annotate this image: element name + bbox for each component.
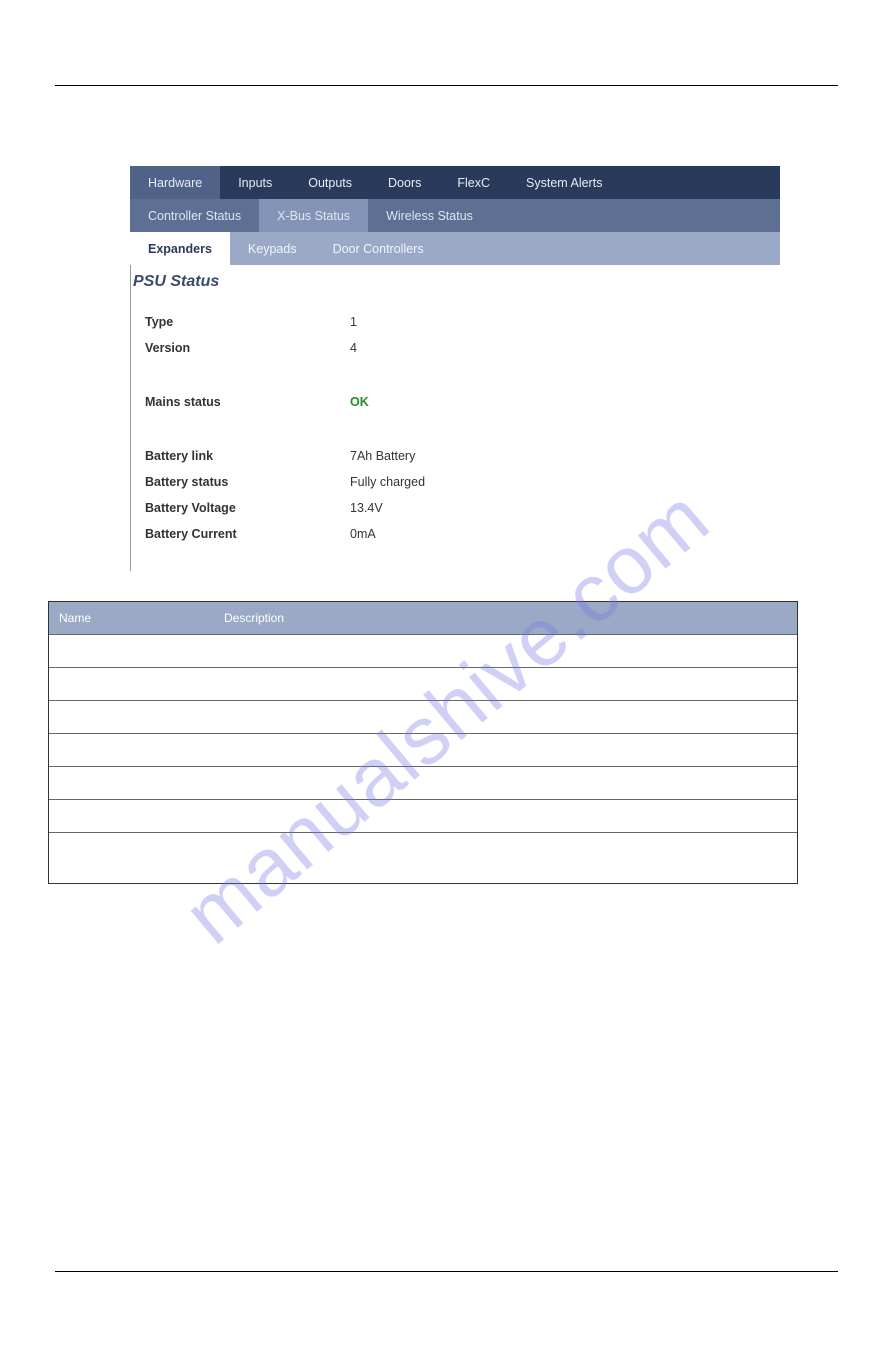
row-battery-status: Battery status Fully charged xyxy=(145,475,766,489)
tabs-secondary: Controller Status X-Bus Status Wireless … xyxy=(130,199,780,232)
value-battery-current: 0mA xyxy=(350,527,376,541)
tab-keypads[interactable]: Keypads xyxy=(230,232,315,265)
cell-desc: Current status of the mains for the PSU … xyxy=(214,708,797,726)
table-row: Battery link Type of battery connection.… xyxy=(49,733,797,766)
description-table: Name Description Type Type of PSU. Versi… xyxy=(48,601,798,884)
header-name: Name xyxy=(49,611,214,625)
table-row: Battery voltage Current battery voltage.… xyxy=(49,799,797,832)
label-battery-link: Battery link xyxy=(145,449,350,463)
tab-flexc[interactable]: FlexC xyxy=(439,166,508,199)
cell-desc: Type of battery connection. Displayed se… xyxy=(214,741,797,759)
header-desc: Description xyxy=(214,611,284,625)
page-footer: 192 SPC4xxx/5xxx/6xxx – Installation & C… xyxy=(55,1271,838,1290)
table-header: Name Description xyxy=(49,602,797,634)
footer-section: Engineer Programming via the Browser xyxy=(646,1278,838,1290)
value-type: 1 xyxy=(350,315,357,329)
value-battery-link: 7Ah Battery xyxy=(350,449,415,463)
tabs-primary: Hardware Inputs Outputs Doors FlexC Syst… xyxy=(130,166,780,199)
label-battery-current: Battery Current xyxy=(145,527,350,541)
tab-controller-status[interactable]: Controller Status xyxy=(130,199,259,232)
cell-name: Battery voltage xyxy=(49,807,214,821)
value-mains-status: OK xyxy=(350,395,369,409)
table-row: Battery status Current status of the bat… xyxy=(49,766,797,799)
cell-name: Type xyxy=(49,642,214,656)
label-type: Type xyxy=(145,315,350,329)
cell-name: Battery link xyxy=(49,741,214,755)
row-battery-link: Battery link 7Ah Battery xyxy=(145,449,766,463)
row-type: Type 1 xyxy=(145,315,766,329)
cell-desc: Current battery voltage. This informatio… xyxy=(214,807,797,825)
cell-name: Version xyxy=(49,675,214,689)
row-battery-current: Battery Current 0mA xyxy=(145,527,766,541)
value-version: 4 xyxy=(350,341,357,355)
tab-outputs[interactable]: Outputs xyxy=(290,166,370,199)
cell-desc: PSU version. xyxy=(214,675,797,693)
footer-title: SPC4xxx/5xxx/6xxx – Installation & Confi… xyxy=(73,1278,646,1290)
table-row: Battery Current Positive value = chargin… xyxy=(49,832,797,883)
value-battery-voltage: 13.4V xyxy=(350,501,383,515)
label-battery-status: Battery status xyxy=(145,475,350,489)
value-battery-status: Fully charged xyxy=(350,475,425,489)
tabs-tertiary: Expanders Keypads Door Controllers xyxy=(130,232,780,265)
cell-desc: Positive value = charging battery. Negat… xyxy=(214,840,797,876)
psu-status-panel: PSU Status Type 1 Version 4 Mains status… xyxy=(130,265,780,571)
row-version: Version 4 xyxy=(145,341,766,355)
tab-wireless-status[interactable]: Wireless Status xyxy=(368,199,491,232)
footer-page-number: 192 xyxy=(55,1278,73,1290)
cell-name: Battery Current xyxy=(49,840,214,854)
label-version: Version xyxy=(145,341,350,355)
tab-door-controllers[interactable]: Door Controllers xyxy=(315,232,442,265)
tab-doors[interactable]: Doors xyxy=(370,166,439,199)
table-row: Type Type of PSU. xyxy=(49,634,797,667)
cell-name: Mains status xyxy=(49,708,214,722)
row-mains-status: Mains status OK xyxy=(145,395,766,409)
cell-desc: Type of PSU. xyxy=(214,642,797,660)
tab-system-alerts[interactable]: System Alerts xyxy=(508,166,620,199)
cell-desc: Current status of the battery (OK or Fau… xyxy=(214,774,797,792)
tab-inputs[interactable]: Inputs xyxy=(220,166,290,199)
row-battery-voltage: Battery Voltage 13.4V xyxy=(145,501,766,515)
table-row: Version PSU version. xyxy=(49,667,797,700)
label-mains-status: Mains status xyxy=(145,395,350,409)
table-row: Mains status Current status of the mains… xyxy=(49,700,797,733)
label-battery-voltage: Battery Voltage xyxy=(145,501,350,515)
panel-title: PSU Status xyxy=(133,273,766,291)
cell-name: Battery status xyxy=(49,774,214,788)
tab-xbus-status[interactable]: X-Bus Status xyxy=(259,199,368,232)
tab-expanders[interactable]: Expanders xyxy=(130,232,230,265)
tab-hardware[interactable]: Hardware xyxy=(130,166,220,199)
